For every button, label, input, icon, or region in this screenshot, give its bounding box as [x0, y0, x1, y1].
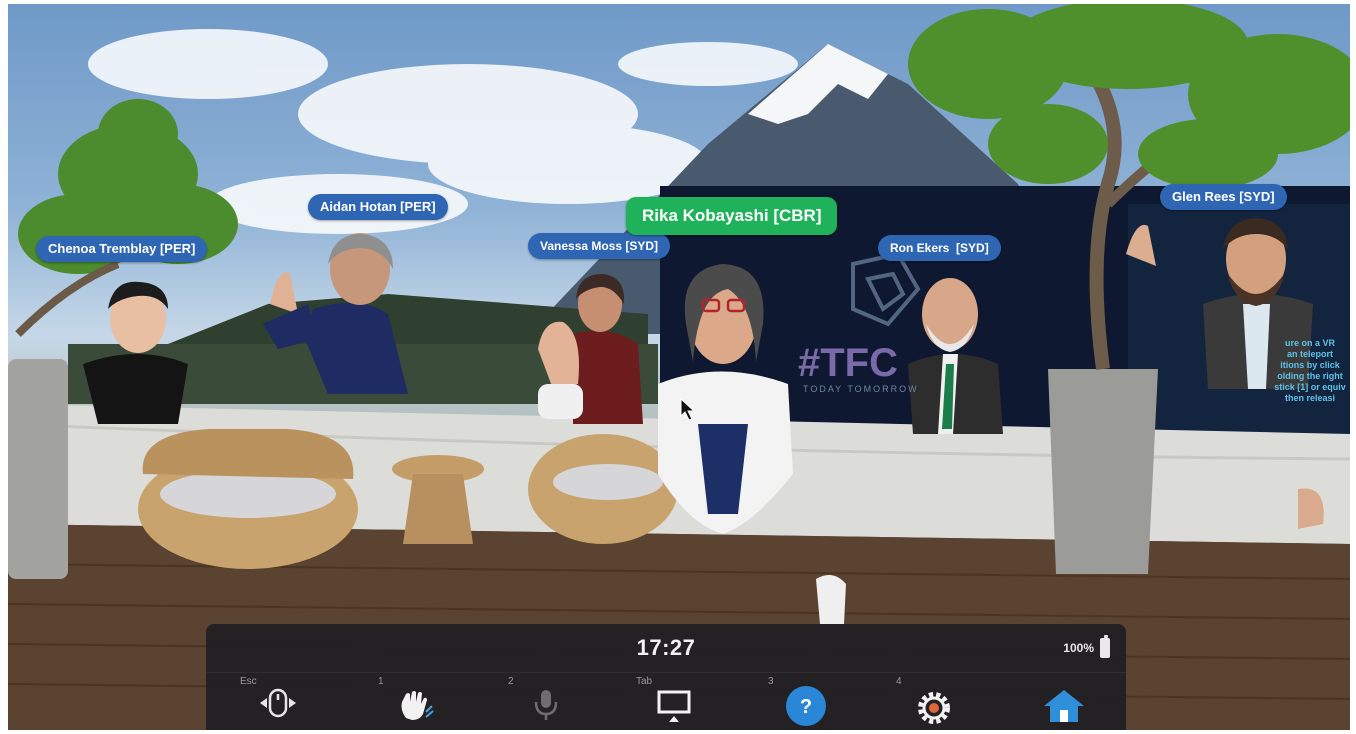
clock: 17:27	[636, 635, 696, 660]
screen-instructions: ure on a VR an teleport itions by click …	[1270, 338, 1350, 404]
battery-percent: 100%	[1063, 641, 1094, 655]
screen-line: an teleport	[1286, 349, 1333, 359]
status-strip: 17:27 100%	[206, 624, 1126, 673]
screen-logo-sub: TODAY TOMORROW	[803, 384, 919, 394]
raise-hand-button[interactable]: 1	[376, 674, 456, 730]
screen-icon	[657, 690, 691, 722]
name-tag-rika: Rika Kobayashi [CBR]	[626, 197, 838, 235]
screen-line: ure on a VR	[1284, 338, 1335, 348]
screen-line: itions by click	[1280, 360, 1340, 370]
name-tag-glen: Glen Rees [SYD]	[1160, 184, 1287, 210]
vr-scene: #TFC TODAY TOMORROW ure on a VR an telep…	[8, 4, 1350, 730]
microphone-icon	[534, 690, 558, 720]
screen-line: olding the right	[1277, 371, 1343, 381]
shortcut-key: 3	[768, 676, 774, 687]
settings-gear-icon	[918, 692, 950, 724]
screen-line: stick [1] or equiv	[1274, 382, 1346, 392]
screen-line: then releasi	[1284, 393, 1336, 403]
shortcut-key: 4	[896, 676, 902, 687]
scene-backdrop: #TFC TODAY TOMORROW	[8, 4, 1350, 730]
name-tag-vanessa: Vanessa Moss [SYD]	[528, 233, 671, 259]
shortcut-key: 2	[508, 676, 514, 687]
battery-icon	[1100, 635, 1110, 658]
screen-logo-text: #TFC	[798, 341, 898, 385]
home-icon	[1044, 690, 1084, 722]
mouse-mode-button[interactable]: Esc	[238, 674, 318, 730]
name-tag-ron: Ron Ekers [SYD]	[878, 235, 1001, 261]
vr-toolbar: 17:27 100% Esc 1 2 Tab 3 ? 4	[206, 624, 1126, 730]
name-tag-chenoa: Chenoa Tremblay [PER]	[36, 236, 208, 262]
mouse-icon	[260, 688, 296, 718]
svg-text:?: ?	[800, 696, 812, 718]
microphone-button[interactable]: 2	[506, 674, 586, 730]
shortcut-key: 1	[378, 676, 384, 687]
shortcut-key: Esc	[240, 676, 257, 687]
help-icon: ?	[786, 686, 826, 726]
battery-status: 100%	[1063, 635, 1110, 658]
home-button[interactable]	[1024, 674, 1104, 730]
shortcut-key: Tab	[636, 676, 653, 687]
wave-hand-icon	[401, 691, 434, 720]
name-tag-aidan: Aidan Hotan [PER]	[308, 194, 448, 220]
help-button[interactable]: 3 ?	[766, 674, 846, 730]
screen-share-button[interactable]: Tab	[634, 674, 714, 730]
settings-button[interactable]: 4	[894, 674, 974, 730]
